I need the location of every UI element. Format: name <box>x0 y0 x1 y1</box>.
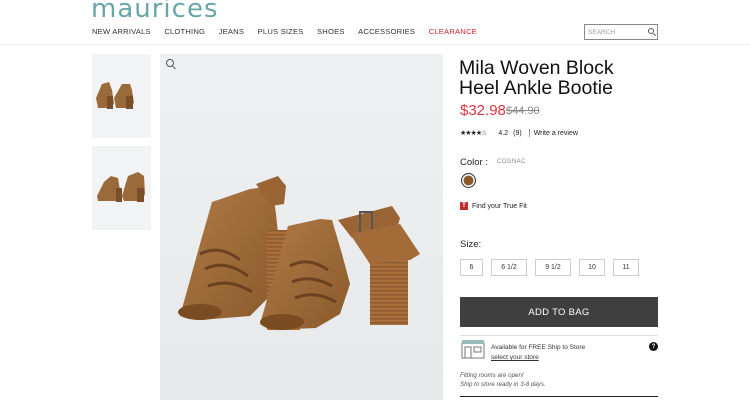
ship-to-store-text: Available for FREE Ship to Store <box>491 344 586 351</box>
add-to-bag-button[interactable]: ADD TO BAG <box>460 297 658 327</box>
nav-plus-sizes[interactable]: PLUS SIZES <box>258 27 304 36</box>
size-option-6[interactable]: 6 <box>460 259 483 276</box>
sale-price: $32.98 <box>460 102 506 119</box>
nav-jeans[interactable]: JEANS <box>219 27 244 36</box>
search-icon[interactable] <box>648 28 654 34</box>
nav-clothing[interactable]: CLOTHING <box>164 27 205 36</box>
bootie-side-thumbnail-image <box>97 172 145 202</box>
truefit-label: Find your True Fit <box>472 202 527 210</box>
search-placeholder: SEARCH <box>588 29 616 36</box>
nav-new-arrivals[interactable]: NEW ARRIVALS <box>92 27 151 36</box>
header-divider <box>0 44 750 45</box>
rating-stars-icon[interactable]: ★★★★☆ <box>460 129 487 137</box>
zoom-icon[interactable] <box>166 59 174 67</box>
size-option-10[interactable]: 10 <box>579 259 605 276</box>
fitting-rooms-text: Fitting rooms are open! <box>460 372 524 379</box>
rating-row: ★★★★☆ 4.2 (9) Write a review <box>460 129 578 137</box>
search-input[interactable]: SEARCH <box>584 24 658 40</box>
bootie-main-image <box>178 176 420 330</box>
shipping-divider <box>460 335 658 336</box>
brand-logo[interactable]: maurices <box>91 0 219 24</box>
nav-shoes[interactable]: SHOES <box>317 27 345 36</box>
product-main-image[interactable] <box>160 54 443 400</box>
thumbnail-1[interactable] <box>92 54 151 138</box>
ship-ready-text: Ship to store ready in 3-8 days. <box>460 381 546 388</box>
size-option-6-5[interactable]: 6 1/2 <box>491 259 527 276</box>
size-option-9-5[interactable]: 9 1/2 <box>535 259 571 276</box>
help-icon[interactable]: ? <box>649 342 658 351</box>
bottom-divider <box>460 396 658 397</box>
store-icon <box>461 340 485 359</box>
size-label: Size: <box>460 239 482 250</box>
color-swatch-cognac[interactable] <box>461 173 476 188</box>
main-nav: NEW ARRIVALS CLOTHING JEANS PLUS SIZES S… <box>92 27 490 36</box>
truefit-link[interactable]: T Find your True Fit <box>460 202 527 210</box>
bootie-thumbnail-image <box>96 82 134 109</box>
thumbnail-2[interactable] <box>92 146 151 230</box>
nav-clearance[interactable]: CLEARANCE <box>429 27 477 36</box>
nav-accessories[interactable]: ACCESSORIES <box>358 27 415 36</box>
select-store-link[interactable]: select your store <box>491 354 539 361</box>
rating-value: 4.2 <box>498 129 509 137</box>
rating-count[interactable]: (9) <box>513 130 522 137</box>
size-option-11[interactable]: 11 <box>613 259 639 276</box>
color-label: Color : <box>460 157 488 168</box>
write-review-link[interactable]: Write a review <box>534 130 578 137</box>
original-price: $44.90 <box>506 105 540 117</box>
truefit-icon: T <box>460 202 468 210</box>
rating-separator <box>528 129 530 137</box>
size-options: 6 6 1/2 9 1/2 10 11 <box>460 259 647 276</box>
color-name: COGNAC <box>497 159 526 165</box>
product-title: Mila Woven Block Heel Ankle Bootie <box>459 57 614 99</box>
